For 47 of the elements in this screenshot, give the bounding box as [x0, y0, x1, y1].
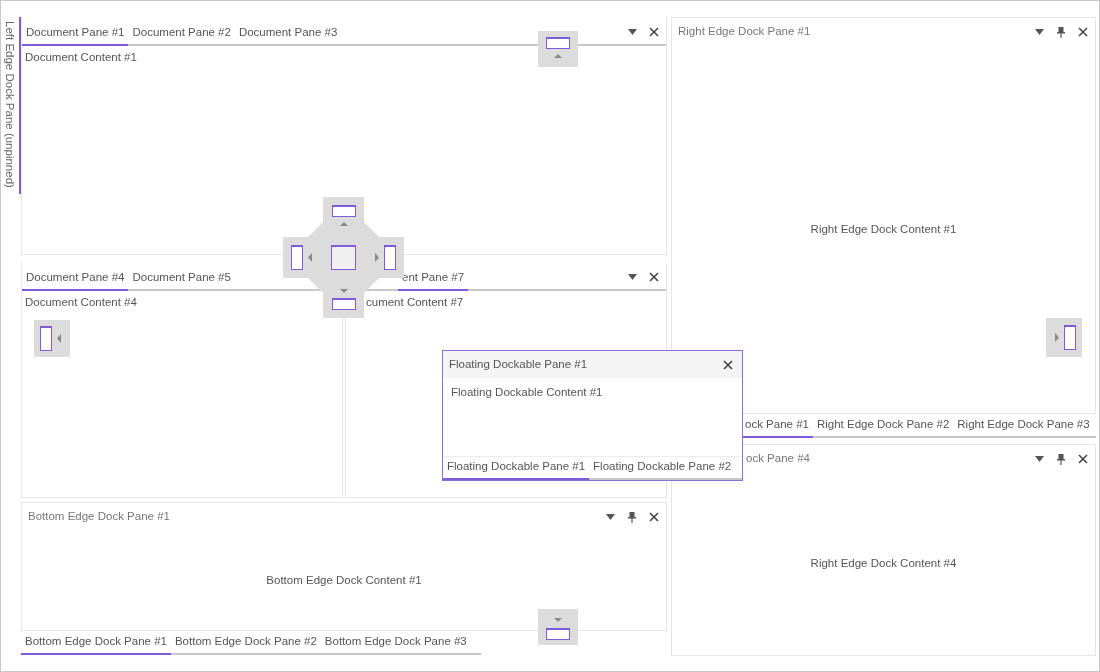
menu-icon[interactable]	[604, 511, 616, 523]
close-icon[interactable]	[648, 26, 660, 38]
tab[interactable]: Right Edge Dock Pane #3	[953, 415, 1094, 438]
compass-left-icon[interactable]	[291, 245, 312, 270]
tab[interactable]: Floating Dockable Pane #2	[589, 457, 736, 480]
tab[interactable]: Document Pane #1	[22, 23, 129, 46]
close-icon[interactable]	[1077, 26, 1089, 38]
window-content: Floating Dockable Content #1	[450, 385, 604, 400]
compass-bottom-icon[interactable]	[332, 289, 356, 310]
tab[interactable]: Bottom Edge Dock Pane #1	[21, 632, 171, 655]
tab[interactable]: Bottom Edge Dock Pane #2	[170, 632, 321, 655]
pane-title: ock Pane #4	[746, 451, 810, 467]
tab[interactable]: Document Pane #3	[234, 23, 342, 46]
close-icon[interactable]	[648, 271, 660, 283]
tab[interactable]: Document Pane #4	[22, 268, 129, 291]
close-icon[interactable]	[1077, 453, 1089, 465]
tab[interactable]: Document Pane #5	[128, 268, 235, 291]
menu-icon[interactable]	[1033, 453, 1045, 465]
pin-icon[interactable]	[1055, 26, 1067, 38]
close-icon[interactable]	[722, 358, 734, 371]
pane-title: Bottom Edge Dock Pane #1	[28, 509, 170, 525]
pin-icon[interactable]	[626, 511, 638, 523]
menu-icon[interactable]	[626, 26, 638, 38]
menu-icon[interactable]	[1033, 26, 1045, 38]
compass-top-icon[interactable]	[332, 205, 356, 226]
dock-guide-bottom-icon[interactable]	[538, 609, 578, 645]
menu-icon[interactable]	[626, 271, 638, 283]
document-content: Document Content #1	[24, 50, 138, 65]
pane-content: Right Edge Dock Content #4	[810, 556, 957, 572]
dock-guide-left-icon[interactable]	[34, 320, 70, 357]
compass-center-icon[interactable]	[331, 245, 356, 270]
tab[interactable]: Right Edge Dock Pane #2	[812, 415, 954, 438]
dock-guide-top-icon[interactable]	[538, 31, 578, 67]
left-dock-tab[interactable]: Left Edge Dock Pane (unpinned)	[1, 17, 21, 194]
close-icon[interactable]	[648, 511, 660, 523]
document-content: Document Content #4	[24, 295, 138, 310]
tab[interactable]: Floating Dockable Pane #1	[443, 457, 590, 480]
pane-title: Right Edge Dock Pane #1	[678, 24, 811, 40]
tab[interactable]: Document Pane #2	[128, 23, 235, 46]
compass-right-icon[interactable]	[375, 245, 396, 270]
tab[interactable]: Bottom Edge Dock Pane #3	[320, 632, 471, 655]
pin-icon[interactable]	[1055, 453, 1067, 465]
dock-guide-right-icon[interactable]	[1046, 318, 1082, 357]
window-title: Floating Dockable Pane #1	[449, 356, 588, 372]
pane-content: Right Edge Dock Content #1	[810, 221, 957, 237]
pane-content: Bottom Edge Dock Content #1	[266, 572, 422, 588]
document-content: cument Content #7	[365, 295, 465, 310]
